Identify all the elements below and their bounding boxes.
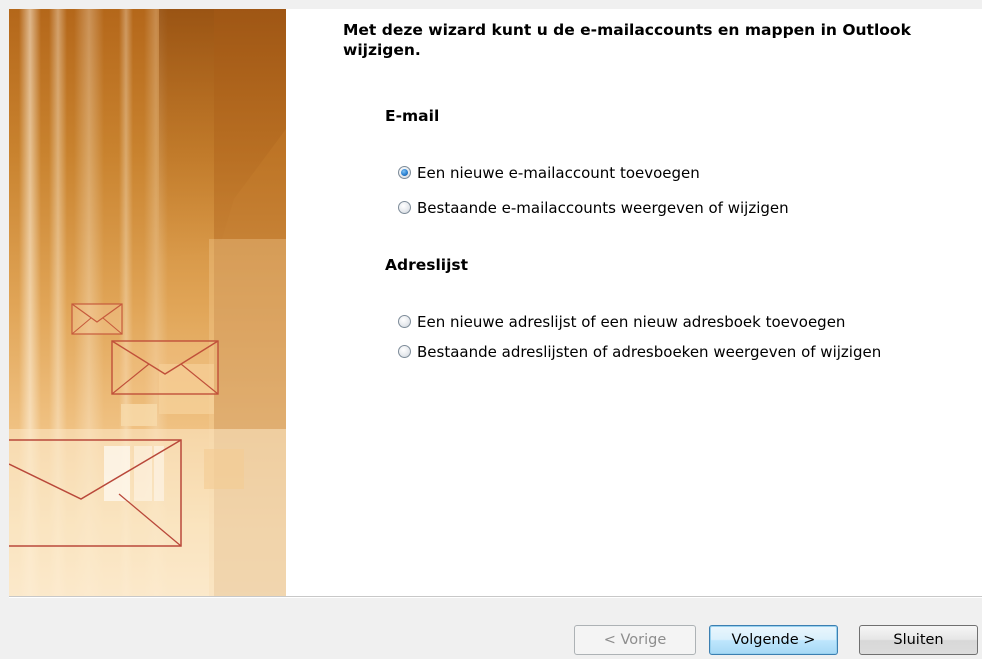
next-button[interactable]: Volgende > bbox=[709, 625, 838, 655]
radio-add-address-list[interactable]: Een nieuwe adreslijst of een nieuw adres… bbox=[398, 313, 917, 332]
back-button[interactable]: < Vorige bbox=[574, 625, 696, 655]
close-button[interactable]: Sluiten bbox=[859, 625, 978, 655]
banner-artwork bbox=[9, 9, 286, 596]
radio-label: Een nieuwe adreslijst of een nieuw adres… bbox=[417, 313, 846, 331]
radio-unselected-icon[interactable] bbox=[398, 315, 411, 328]
radio-view-email-accounts[interactable]: Bestaande e-mailaccounts weergeven of wi… bbox=[398, 199, 917, 218]
section-title-email: E-mail bbox=[385, 107, 440, 125]
wizard-heading: Met deze wizard kunt u de e-mailaccounts… bbox=[343, 21, 911, 59]
radio-label: Bestaande adreslijsten of adresboeken we… bbox=[417, 343, 882, 361]
radio-add-email-account[interactable]: Een nieuwe e-mailaccount toevoegen bbox=[398, 164, 917, 183]
top-border bbox=[0, 0, 982, 9]
add-account-wizard-dialog: Met deze wizard kunt u de e-mailaccounts… bbox=[0, 0, 982, 659]
envelope-icon bbox=[9, 439, 182, 547]
footer-separator-highlight bbox=[9, 597, 982, 598]
radio-label: Bestaande e-mailaccounts weergeven of wi… bbox=[417, 199, 789, 217]
envelope-icon bbox=[111, 340, 219, 395]
radio-label: Een nieuwe e-mailaccount toevoegen bbox=[417, 164, 700, 182]
radio-view-address-lists[interactable]: Bestaande adreslijsten of adresboeken we… bbox=[398, 343, 907, 362]
envelope-icon bbox=[71, 303, 123, 335]
wizard-side-banner bbox=[9, 9, 286, 596]
radio-unselected-icon[interactable] bbox=[398, 201, 411, 214]
radio-unselected-icon[interactable] bbox=[398, 345, 411, 358]
left-border bbox=[0, 0, 9, 596]
section-title-address-list: Adreslijst bbox=[385, 256, 469, 274]
radio-selected-icon[interactable] bbox=[398, 166, 411, 179]
